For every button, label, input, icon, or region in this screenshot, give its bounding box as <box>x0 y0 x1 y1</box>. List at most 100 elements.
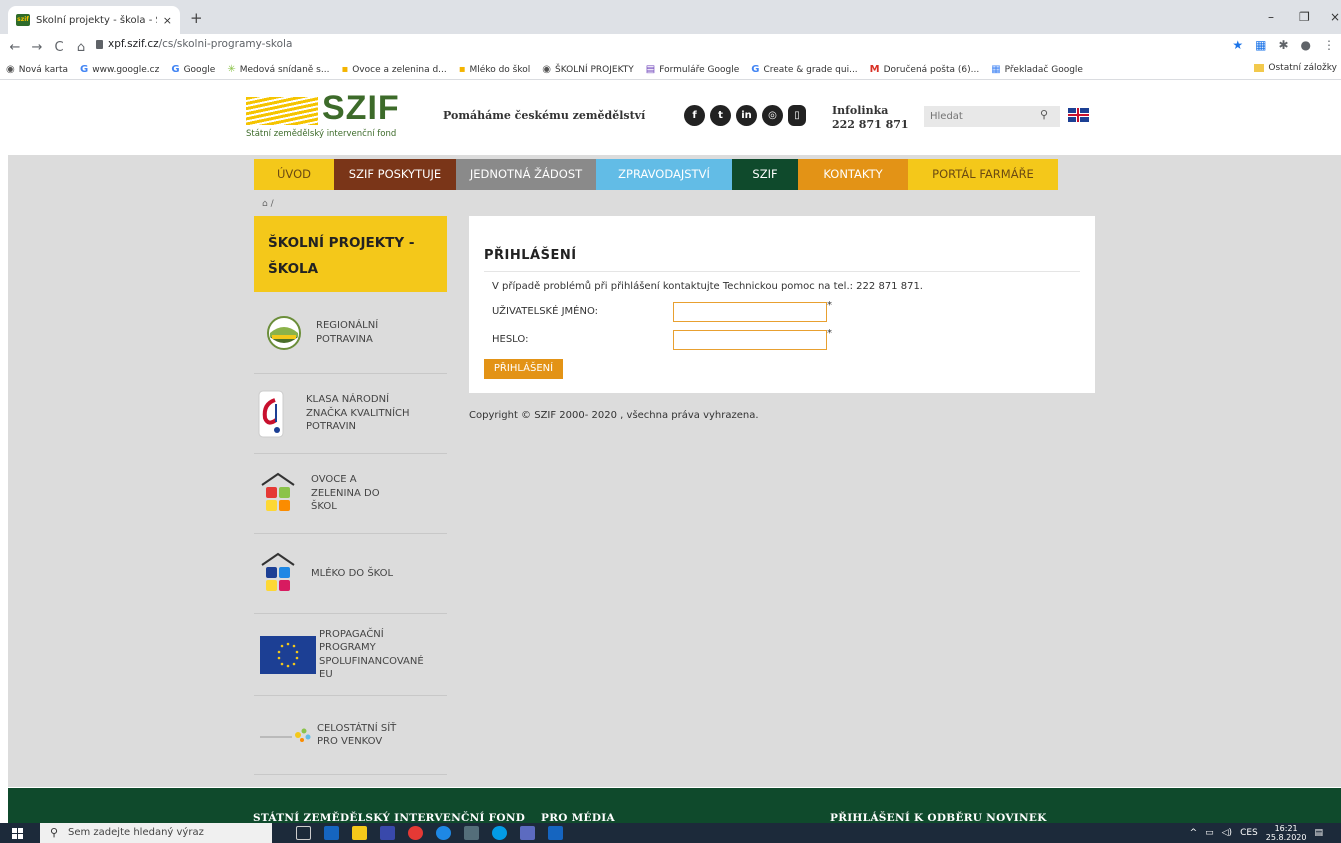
linkedin-icon[interactable]: in <box>736 105 757 126</box>
sidebar-item-ovoce-zelenina[interactable]: OVOCE A ZELENINA DO ŠKOL <box>254 454 447 534</box>
password-input[interactable] <box>673 330 827 350</box>
english-flag-icon[interactable] <box>1068 108 1089 122</box>
new-tab-button[interactable]: + <box>190 9 203 27</box>
ovoce-zelenina-icon <box>261 472 295 511</box>
bookmark-label: ŠKOLNÍ PROJEKTY <box>555 64 634 75</box>
login-button[interactable]: PŘIHLÁŠENÍ <box>484 359 563 379</box>
instagram-icon[interactable]: ◎ <box>762 105 783 126</box>
chrome-icon[interactable] <box>408 826 423 840</box>
bookmark-item[interactable]: ▦ Překladač Google <box>991 64 1083 75</box>
sidebar-item-klasa[interactable]: KLASA NÁRODNÍ ZNAČKA KVALITNÍCH POTRAVIN <box>254 374 447 454</box>
outlook-icon[interactable] <box>324 826 339 840</box>
username-input[interactable] <box>673 302 827 322</box>
breadcrumb[interactable]: ⌂ / <box>262 199 274 209</box>
bookmark-item[interactable]: ▤ Formuláře Google <box>646 64 739 75</box>
puzzle-icon[interactable]: ✱ <box>1278 38 1288 52</box>
mobile-app-icon[interactable]: ▯ <box>788 105 806 126</box>
logo-subtitle: Státní zemědělský intervenční fond <box>246 129 397 139</box>
nav-item[interactable]: JEDNOTNÁ ŽÁDOST <box>456 159 596 190</box>
notifications-icon[interactable]: ▤ <box>1314 828 1323 838</box>
browser-tab[interactable]: szif Školní projekty - škola - Státní ze… <box>8 6 180 34</box>
copyright: Copyright © SZIF 2000- 2020 , všechna pr… <box>469 410 759 421</box>
language-indicator[interactable]: CES <box>1240 828 1258 838</box>
password-required-mark: * <box>827 328 832 339</box>
volume-icon[interactable]: ◁) <box>1222 828 1232 838</box>
teams-icon[interactable] <box>520 826 535 840</box>
edge-icon[interactable] <box>436 826 451 840</box>
tab-close-icon[interactable]: × <box>163 14 172 27</box>
clock[interactable]: 16:21 25.8.2020 <box>1266 824 1307 842</box>
bookmark-item[interactable]: G Create & grade qui... <box>751 64 857 75</box>
home-icon[interactable]: ⌂ <box>262 199 268 209</box>
bookmark-item[interactable]: ▪ Ovoce a zelenina d... <box>341 64 446 75</box>
task-view-icon[interactable] <box>296 826 311 840</box>
logo-text[interactable]: SZIF <box>322 89 400 128</box>
bookmark-icon: G <box>171 64 180 75</box>
nav-item[interactable]: SZIF <box>732 159 798 190</box>
username-required-mark: * <box>827 300 832 311</box>
nav-item[interactable]: SZIF POSKYTUJE <box>334 159 456 190</box>
twitter-icon[interactable]: t <box>710 105 731 126</box>
url-field[interactable]: xpf.szif.cz/cs/skolni-programy-skola <box>108 38 292 50</box>
szif-logo-icon[interactable] <box>246 97 318 125</box>
folder-icon <box>1254 64 1265 72</box>
skype-icon[interactable] <box>492 826 507 840</box>
word-icon[interactable] <box>548 826 563 840</box>
maximize-button[interactable]: ❐ <box>1299 10 1310 24</box>
network-icon[interactable]: ▭ <box>1205 828 1214 838</box>
media-player-icon[interactable] <box>380 826 395 840</box>
breadcrumb-separator: / <box>270 199 274 209</box>
other-bookmarks[interactable]: Ostatní záložky <box>1254 63 1337 73</box>
reload-button[interactable]: C <box>48 40 70 55</box>
system-tray: ^ ▭ ◁) CES 16:21 25.8.2020 ▤ <box>1190 823 1323 843</box>
bookmarks-bar: ◉ Nová karta Gwww.google.cz G Google ✳ Medová … <box>0 60 1341 80</box>
bookmark-item[interactable]: ▪ Mléko do škol <box>459 64 531 75</box>
bookmark-label: Nová karta <box>18 64 68 75</box>
nav-item[interactable]: PORTÁL FARMÁŘE <box>908 159 1058 190</box>
nav-item[interactable]: ZPRAVODAJSTVÍ <box>596 159 732 190</box>
forward-button[interactable]: → <box>26 40 48 55</box>
star-icon[interactable]: ★ <box>1232 38 1243 52</box>
bookmark-item[interactable]: G Google <box>171 64 215 75</box>
social-links: f t in ◎ ▯ <box>684 105 806 126</box>
bookmark-icon: ▪ <box>341 64 349 75</box>
bookmark-icon: ▪ <box>458 64 466 75</box>
profile-icon[interactable]: ● <box>1301 38 1311 52</box>
taskbar-search[interactable]: ⚲ Sem zadejte hledaný výraz <box>40 823 272 843</box>
sidebar-item-celostatni-sit[interactable]: CELOSTÁTNÍ SÍŤ PRO VENKOV <box>254 696 447 775</box>
tab-title: Školní projekty - škola - Státní ze <box>36 14 157 26</box>
bookmark-icon: G <box>751 64 760 75</box>
bookmark-item[interactable]: Gwww.google.cz <box>80 64 159 75</box>
clock-date: 25.8.2020 <box>1265 833 1307 842</box>
minimize-button[interactable]: – <box>1268 10 1274 24</box>
browser-toolbar-icons: ★ ▦ ✱ ● ⋮ <box>1232 38 1335 52</box>
bookmark-item[interactable]: ◉ Nová karta <box>6 64 68 75</box>
sidebar-item-mleko[interactable]: MLÉKO DO ŠKOL <box>254 534 447 614</box>
nav-item[interactable]: ÚVOD <box>254 159 334 190</box>
bookmark-item[interactable]: M Doručená pošta (6)... <box>870 64 980 75</box>
search-icon[interactable]: ⚲ <box>1040 108 1048 121</box>
back-button[interactable]: ← <box>4 40 26 55</box>
sidebar-item-label: KLASA NÁRODNÍ ZNAČKA KVALITNÍCH POTRAVIN <box>306 394 410 433</box>
eu-flag-icon <box>260 635 316 674</box>
file-explorer-icon[interactable] <box>352 826 367 840</box>
bookmark-item[interactable]: ◉ ŠKOLNÍ PROJEKTY <box>542 64 634 75</box>
infolinka: Infolinka 222 871 871 <box>832 104 909 132</box>
tray-chevron-icon[interactable]: ^ <box>1190 828 1198 838</box>
close-window-button[interactable]: × <box>1330 10 1340 24</box>
lock-icon <box>96 40 103 49</box>
celostatni-sit-icon <box>260 728 311 742</box>
home-button[interactable]: ⌂ <box>70 40 92 55</box>
bookmark-label: Medová snídaně s... <box>239 64 330 75</box>
calculator-icon[interactable] <box>464 826 479 840</box>
nav-item[interactable]: KONTAKTY <box>798 159 908 190</box>
menu-icon[interactable]: ⋮ <box>1323 38 1335 52</box>
sidebar-item-regionalni-potravina[interactable]: REGIONÁLNÍ POTRAVINA <box>254 292 447 374</box>
bookmark-item[interactable]: ✳ Medová snídaně s... <box>227 64 329 75</box>
infolinka-number: 222 871 871 <box>832 118 909 131</box>
extension-icon[interactable]: ▦ <box>1255 38 1266 52</box>
windows-start-icon[interactable] <box>12 828 24 839</box>
bookmark-label: Ovoce a zelenina d... <box>352 64 447 75</box>
facebook-icon[interactable]: f <box>684 105 705 126</box>
sidebar-item-propagacni-programy[interactable]: PROPAGAČNÍ PROGRAMY SPOLUFINANCOVANÉ EU <box>254 614 447 696</box>
